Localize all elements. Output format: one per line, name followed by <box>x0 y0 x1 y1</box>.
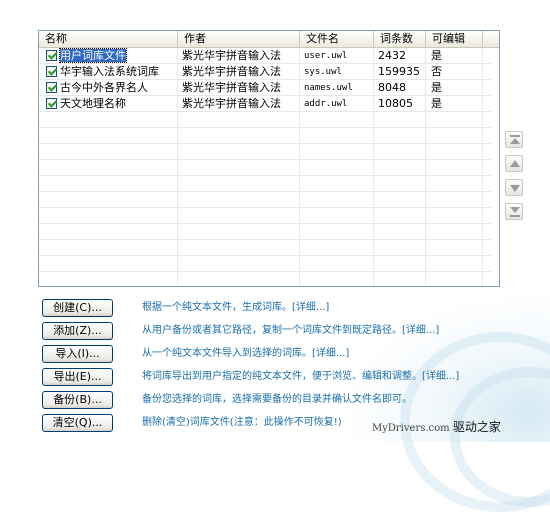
column-name-header[interactable]: 名称 <box>39 31 178 47</box>
row-count: 10805 <box>378 97 413 110</box>
row-author: 紫光华宇拼音输入法 <box>182 65 281 78</box>
grid-line <box>39 255 491 256</box>
row-name-cell[interactable]: 用户词库文件 <box>43 48 177 64</box>
grid-line <box>39 271 491 272</box>
column-count-header[interactable]: 词条数 <box>374 31 426 47</box>
row-filename: addr.uwl <box>304 99 348 109</box>
row-name-cell[interactable]: 天文地理名称 <box>43 96 177 112</box>
list-row[interactable]: 华宇输入法系统词库 紫光华宇拼音输入法 sys.uwl 159935 否 <box>39 64 491 80</box>
move-down-button[interactable] <box>505 179 523 196</box>
grid-line <box>39 143 491 144</box>
watermark-site: MyDrivers.com <box>372 423 450 434</box>
grid-line <box>39 175 491 176</box>
row-editable: 是 <box>431 49 442 62</box>
row-name: 古今中外各界名人 <box>60 81 148 94</box>
arrow-up-icon <box>510 160 520 167</box>
checkbox-checked[interactable] <box>46 66 57 77</box>
dictionary-list[interactable]: 名称 作者 文件名 词条数 可编辑 用户词库文件 紫光华宇拼音输入法 user.… <box>38 30 500 287</box>
row-count: 159935 <box>378 65 420 78</box>
column-editable-header[interactable]: 可编辑 <box>426 31 483 47</box>
add-button[interactable]: 添加(Z)... <box>42 322 113 340</box>
export-description: 将词库导出到用户指定的纯文本文件，便于浏览、编辑和调整。[详细...] <box>142 371 460 382</box>
row-name: 天文地理名称 <box>60 97 126 110</box>
row-filename: sys.uwl <box>304 67 342 77</box>
column-filename-header[interactable]: 文件名 <box>300 31 374 47</box>
grid-line <box>39 207 491 208</box>
move-up-button[interactable] <box>505 155 523 172</box>
grid-line <box>39 191 491 192</box>
backup-description: 备份您选择的词库，选择需要备份的目录并确认文件名即可。 <box>142 394 412 405</box>
create-description: 根据一个纯文本文件，生成词库。[详细...] <box>142 302 330 313</box>
watermark: MyDrivers.com 驱动之家 <box>372 418 501 435</box>
move-bottom-icon <box>510 207 520 217</box>
create-button[interactable]: 创建(C)... <box>42 299 113 317</box>
clear-description: 删除(清空)词库文件(注意：此操作不可恢复!) <box>142 417 342 428</box>
grid-line <box>39 223 491 224</box>
add-description: 从用户备份或者其它路径，复制一个词库文件到既定路径。[详细...] <box>142 325 440 336</box>
watermark-brand: 驱动之家 <box>452 420 501 434</box>
list-header: 名称 作者 文件名 词条数 可编辑 <box>39 31 499 48</box>
checkbox-checked[interactable] <box>46 98 57 109</box>
row-count: 2432 <box>378 49 406 62</box>
row-filename: names.uwl <box>304 83 353 93</box>
row-name-cell[interactable]: 华宇输入法系统词库 <box>43 64 177 80</box>
row-editable: 否 <box>431 65 442 78</box>
backup-button[interactable]: 备份(B)... <box>42 391 113 409</box>
row-name: 华宇输入法系统词库 <box>60 65 159 78</box>
arrow-down-icon <box>510 185 520 192</box>
grid-line <box>39 239 491 240</box>
column-author-header[interactable]: 作者 <box>178 31 300 47</box>
row-name-cell[interactable]: 古今中外各界名人 <box>43 80 177 96</box>
header-filler <box>483 31 499 47</box>
row-editable: 是 <box>431 81 442 94</box>
row-filename: user.uwl <box>304 51 348 61</box>
grid-line <box>39 159 491 160</box>
checkbox-checked[interactable] <box>46 82 57 93</box>
list-row[interactable]: 天文地理名称 紫光华宇拼音输入法 addr.uwl 10805 是 <box>39 96 491 112</box>
row-author: 紫光华宇拼音输入法 <box>182 97 281 110</box>
grid-line <box>39 127 491 128</box>
import-description: 从一个纯文本文件导入到选择的词库。[详细...] <box>142 348 350 359</box>
list-row[interactable]: 用户词库文件 紫光华宇拼音输入法 user.uwl 2432 是 <box>39 48 491 64</box>
export-button[interactable]: 导出(E)... <box>42 368 113 386</box>
row-author: 紫光华宇拼音输入法 <box>182 81 281 94</box>
row-editable: 是 <box>431 97 442 110</box>
list-row[interactable]: 古今中外各界名人 紫光华宇拼音输入法 names.uwl 8048 是 <box>39 80 491 96</box>
row-name: 用户词库文件 <box>59 48 127 63</box>
move-top-button[interactable] <box>505 131 523 148</box>
import-button[interactable]: 导入(I)... <box>42 345 113 363</box>
row-author: 紫光华宇拼音输入法 <box>182 49 281 62</box>
move-top-icon <box>510 135 520 144</box>
move-bottom-button[interactable] <box>505 203 523 220</box>
clear-button[interactable]: 清空(Q)... <box>42 414 113 432</box>
row-count: 8048 <box>378 81 406 94</box>
checkbox-checked[interactable] <box>46 50 57 61</box>
